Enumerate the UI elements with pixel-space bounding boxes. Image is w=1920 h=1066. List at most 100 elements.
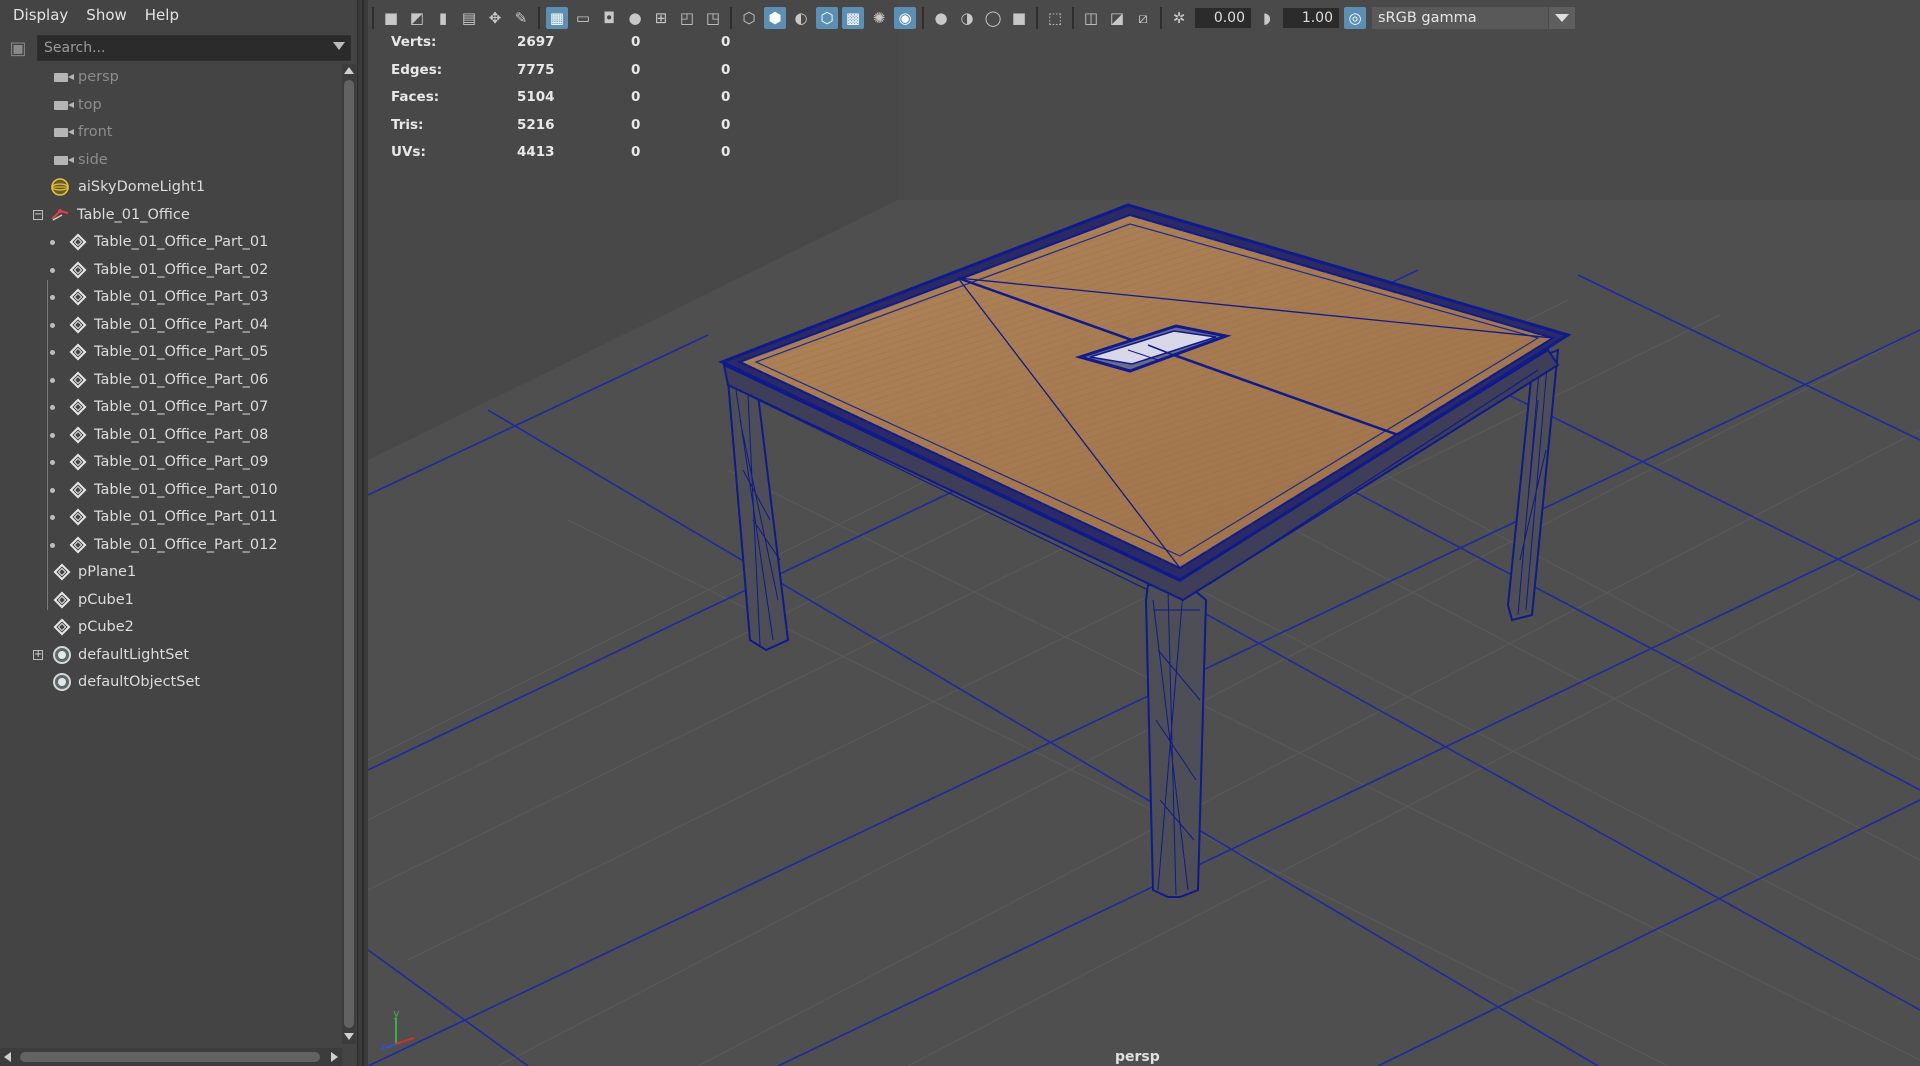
outliner-item-top[interactable]: top (0, 92, 343, 119)
outliner-search-input[interactable] (37, 35, 351, 61)
scroll-left-icon[interactable] (4, 1052, 11, 1062)
bookmark-icon[interactable]: ▮ (432, 7, 454, 29)
panel-splitter[interactable] (358, 0, 368, 1066)
outliner-item-label: Table_01_Office_Part_02 (94, 261, 269, 278)
outliner-item-part-010[interactable]: Table_01_Office_Part_010 (0, 477, 343, 504)
outliner-item-label: persp (78, 69, 119, 85)
camera-icon (54, 100, 74, 110)
outliner-item-label: Table_01_Office_Part_09 (94, 454, 269, 470)
mesh-icon (69, 453, 87, 471)
outliner-item-persp[interactable]: persp (0, 64, 343, 91)
xray-active-icon[interactable]: ◪ (1106, 7, 1128, 29)
outliner-item-label: Table_01_Office_Part_05 (94, 344, 269, 360)
tree-node-dot (50, 322, 55, 328)
outliner-item-part-011[interactable]: Table_01_Office_Part_011 (0, 504, 343, 531)
safe-title-icon[interactable]: ◳ (702, 7, 724, 29)
outliner-item-default-object-set[interactable]: defaultObjectSet (0, 669, 343, 696)
outliner-item-part-07[interactable]: Table_01_Office_Part_07 (0, 394, 343, 421)
outliner-item-part-03[interactable]: Table_01_Office_Part_03 (0, 284, 343, 311)
outliner-item-part-012[interactable]: Table_01_Office_Part_012 (0, 532, 343, 559)
shadows-icon[interactable]: ◉ (894, 7, 916, 29)
depth-of-field-icon[interactable]: ■ (1008, 7, 1030, 29)
film-gate-icon[interactable]: ▭ (572, 7, 594, 29)
camera-attributes-icon[interactable]: ◩ (406, 7, 428, 29)
grease-pencil-icon[interactable]: ✎ (510, 7, 532, 29)
menu-help[interactable]: Help (136, 6, 188, 24)
hud-value: 0 (721, 89, 731, 105)
hud-row-uvs: UVs: 4413 0 0 (391, 144, 791, 172)
motion-blur-icon[interactable]: ◑ (956, 7, 978, 29)
outliner-item-table-group[interactable]: − Table_01_Office (0, 202, 343, 229)
mesh-icon (69, 343, 87, 361)
textured-icon[interactable]: ▩ (842, 7, 864, 29)
tree-node-dot (50, 432, 55, 438)
search-dropdown-icon[interactable] (333, 42, 345, 50)
anti-aliasing-icon[interactable]: ◯ (982, 7, 1004, 29)
camera-select-icon[interactable]: ■ (380, 7, 402, 29)
wireframe-on-shaded-icon[interactable]: ⬡ (816, 7, 838, 29)
resolution-gate-icon[interactable]: ◘ (598, 7, 620, 29)
tree-node-dot (50, 515, 55, 520)
poly-count-hud: Verts: 2697 0 0 Edges: 7775 0 0 Faces: 5… (391, 34, 791, 172)
menu-show[interactable]: Show (77, 6, 135, 24)
safe-action-icon[interactable]: ◰ (676, 7, 698, 29)
use-all-lights-icon[interactable]: ✺ (868, 7, 890, 29)
image-plane-icon[interactable]: ▤ (458, 7, 480, 29)
xray-joints-icon[interactable]: ⧄ (1132, 7, 1154, 29)
mesh-icon (69, 426, 87, 443)
outliner-item-part-01[interactable]: Table_01_Office_Part_01 (0, 229, 343, 256)
outliner-item-part-06[interactable]: Table_01_Office_Part_06 (0, 367, 343, 394)
outliner-item-part-04[interactable]: Table_01_Office_Part_04 (0, 312, 343, 339)
exposure-field[interactable]: 0.00 (1195, 8, 1251, 28)
smooth-shade-icon[interactable]: ⬢ (764, 7, 786, 29)
outliner-vertical-scrollbar[interactable] (342, 64, 356, 1044)
wireframe-icon[interactable]: ⬡ (738, 7, 760, 29)
outliner-item-label: Table_01_Office_Part_08 (94, 426, 269, 443)
camera-icon (54, 155, 74, 165)
outliner-item-part-02[interactable]: Table_01_Office_Part_02 (0, 257, 343, 284)
outliner-item-label: pCube1 (78, 591, 134, 608)
gamma-icon[interactable]: ◗ (1256, 7, 1278, 29)
hud-value: 0 (721, 61, 731, 78)
outliner-item-pplane1[interactable]: pPlane1 (0, 559, 343, 586)
expand-toggle-icon[interactable]: + (33, 649, 43, 660)
outliner-item-label: top (78, 96, 102, 113)
scroll-down-icon[interactable] (344, 1033, 354, 1040)
outliner-item-label: Table_01_Office (77, 206, 190, 223)
outliner-item-pcube1[interactable]: pCube1 (0, 587, 343, 614)
filter-icon[interactable]: ▣ (7, 38, 29, 60)
color-space-select[interactable]: sRGB gamma (1372, 7, 1548, 29)
outliner-item-part-08[interactable]: Table_01_Office_Part_08 (0, 422, 343, 449)
scrollbar-thumb[interactable] (344, 80, 354, 1028)
gate-mask-icon[interactable]: ● (624, 7, 646, 29)
exposure-icon[interactable]: ✲ (1168, 7, 1190, 29)
gamma-field[interactable]: 1.00 (1283, 8, 1339, 28)
outliner-item-front[interactable]: front (0, 119, 343, 146)
color-management-icon[interactable]: ◎ (1344, 7, 1366, 29)
mesh-icon (69, 316, 87, 333)
collapse-toggle-icon[interactable]: − (33, 209, 43, 220)
scrollbar-thumb[interactable] (20, 1052, 320, 1062)
two-d-pan-icon[interactable]: ✥ (484, 7, 506, 29)
outliner-item-part-09[interactable]: Table_01_Office_Part_09 (0, 449, 343, 476)
mesh-icon (69, 261, 87, 278)
outliner-item-default-light-set[interactable]: + defaultLightSet (0, 642, 343, 669)
isolate-select-icon[interactable]: ⬚ (1044, 7, 1066, 29)
default-material-icon[interactable]: ◐ (790, 7, 812, 29)
outliner-item-skydome-light[interactable]: aiSkyDomeLight1 (0, 174, 343, 201)
outliner-horizontal-scrollbar[interactable] (0, 1048, 342, 1066)
menu-display[interactable]: Display (4, 6, 77, 24)
mesh-icon (69, 371, 87, 388)
ambient-occlusion-icon[interactable]: ● (930, 7, 952, 29)
grid-toggle-icon[interactable]: ▦ (546, 7, 568, 29)
outliner-item-pcube2[interactable]: pCube2 (0, 614, 343, 641)
mesh-icon (69, 288, 87, 306)
outliner-item-part-05[interactable]: Table_01_Office_Part_05 (0, 339, 343, 366)
scroll-right-icon[interactable] (331, 1052, 338, 1062)
scroll-up-icon[interactable] (344, 67, 354, 74)
color-space-dropdown-icon[interactable] (1549, 7, 1575, 29)
field-chart-icon[interactable]: ⊞ (650, 7, 672, 29)
xray-icon[interactable]: ◫ (1080, 7, 1102, 29)
outliner-item-side[interactable]: side (0, 147, 343, 174)
toolbar-separator (922, 7, 924, 29)
